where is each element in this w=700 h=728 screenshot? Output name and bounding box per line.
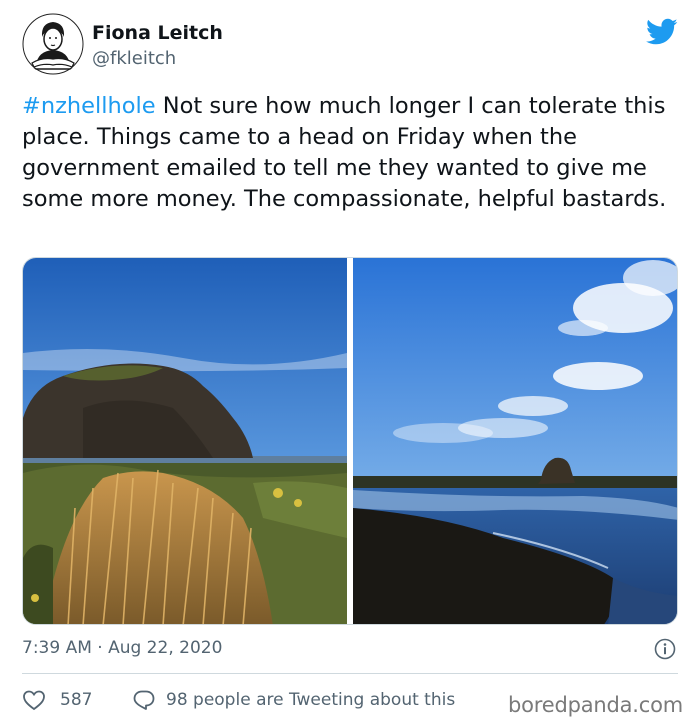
photo-rock-grass[interactable] (23, 258, 347, 625)
author-name[interactable]: Fiona Leitch (92, 22, 223, 44)
tweet-text: #nzhellhole Not sure how much longer I c… (22, 91, 682, 215)
hashtag-link[interactable]: #nzhellhole (22, 93, 156, 119)
tweet-timestamp[interactable]: 7:39 AM · Aug 22, 2020 (22, 638, 222, 658)
info-icon[interactable] (654, 638, 676, 660)
heart-icon[interactable] (22, 689, 46, 711)
divider (22, 673, 678, 674)
avatar[interactable] (22, 13, 84, 75)
avatar-illustration-icon (22, 13, 84, 75)
tweeting-about-link[interactable]: 98 people are Tweeting about this (166, 690, 455, 710)
like-count[interactable]: 587 (60, 690, 92, 710)
speech-bubble-icon[interactable] (132, 689, 156, 711)
twitter-bird-icon[interactable] (646, 18, 678, 46)
photo-beach-rock[interactable] (353, 258, 678, 625)
watermark: boredpanda.com (508, 693, 684, 717)
tweet-media[interactable] (22, 257, 678, 625)
author-handle[interactable]: @fkleitch (92, 48, 176, 69)
